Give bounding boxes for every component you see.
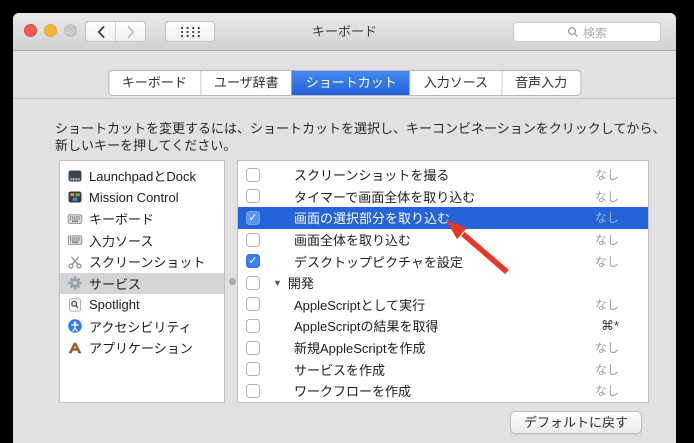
shortcut-row[interactable]: サービスを作成 なし (238, 358, 648, 380)
tab-divider-line (13, 98, 676, 99)
restore-defaults-button[interactable]: デフォルトに戻す (510, 411, 643, 434)
show-all-button[interactable] (165, 21, 215, 42)
disclosure-triangle-icon[interactable] (273, 278, 282, 288)
zoom-button-disabled (64, 24, 77, 37)
checkbox[interactable] (246, 297, 260, 312)
shortcut-key[interactable]: なし (595, 188, 619, 205)
sidebar-item-screenshots[interactable]: スクリーンショット (60, 251, 224, 273)
sidebar-item-services[interactable]: サービス (60, 272, 224, 294)
services-gear-icon (67, 275, 83, 291)
spotlight-icon (67, 297, 83, 313)
back-button[interactable] (86, 22, 115, 41)
close-button[interactable] (24, 24, 37, 37)
chevron-right-icon (127, 25, 134, 38)
tab-input-sources[interactable]: 入力ソース (409, 71, 501, 95)
shortcut-label: 新規AppleScriptを作成 (294, 341, 426, 357)
tab-shortcuts[interactable]: ショートカット (291, 71, 410, 95)
shortcut-row[interactable]: ワークフローを作成 なし (238, 380, 648, 402)
shortcut-key[interactable]: ⌘* (601, 318, 619, 334)
shortcut-label: 画面の選択部分を取り込む (294, 211, 451, 227)
shortcut-row[interactable]: 新規AppleScriptを作成 なし (238, 337, 648, 359)
shortcut-key[interactable]: なし (595, 231, 619, 248)
search-input[interactable]: 検索 (513, 22, 661, 42)
checkbox[interactable] (246, 383, 260, 398)
shortcut-key[interactable]: なし (595, 382, 619, 399)
shortcut-key[interactable]: なし (595, 339, 619, 356)
sidebar-item-label: Mission Control (89, 189, 179, 205)
shortcut-key[interactable]: なし (595, 253, 619, 270)
checkbox[interactable] (246, 318, 260, 333)
shortcut-row[interactable]: 画面全体を取り込む なし (238, 229, 648, 251)
tab-bar: キーボード ユーザ辞書 ショートカット 入力ソース 音声入力 (107, 70, 582, 96)
shortcut-row[interactable]: タイマーで画面全体を取り込む なし (238, 186, 648, 208)
shortcut-label: スクリーンショットを撮る (294, 168, 450, 184)
checkbox[interactable] (246, 232, 260, 247)
checkbox[interactable] (246, 340, 260, 355)
shortcut-row-selected[interactable]: 画面の選択部分を取り込む なし (238, 207, 648, 229)
titlebar: キーボード 検索 (13, 13, 676, 51)
applications-icon (67, 340, 83, 356)
input-source-icon (67, 232, 83, 248)
search-icon (567, 26, 579, 38)
sidebar-item-spotlight[interactable]: Spotlight (60, 294, 224, 316)
sidebar-item-label: アプリケーション (89, 341, 193, 357)
shortcuts-description: ショートカットを変更するには、ショートカットを選択し、キーコンビネーションをクリ… (55, 121, 666, 153)
shortcut-row[interactable]: デスクトップピクチャを設定 なし (238, 250, 648, 272)
system-preferences-window: キーボード 検索 キーボード ユーザ辞書 ショートカット 入力ソース 音声入力 … (13, 13, 676, 443)
sidebar-item-applications[interactable]: アプリケーション (60, 337, 224, 359)
keyboard-icon (67, 211, 83, 227)
shortcut-label: サービスを作成 (294, 362, 386, 378)
shortcut-key[interactable]: なし (595, 209, 619, 226)
shortcut-key[interactable]: なし (595, 361, 619, 378)
sidebar-item-label: サービス (89, 276, 142, 292)
dock-icon (67, 168, 83, 184)
sidebar-item-accessibility[interactable]: アクセシビリティ (60, 316, 224, 338)
sidebar-item-label: Spotlight (89, 297, 140, 313)
grid-icon (180, 26, 200, 37)
shortcut-label: AppleScriptの結果を取得 (294, 319, 439, 335)
sidebar-item-keyboard[interactable]: キーボード (60, 208, 224, 230)
forward-button[interactable] (115, 22, 145, 41)
sidebar-item-label: アクセシビリティ (89, 319, 192, 335)
chevron-left-icon (97, 25, 104, 38)
shortcut-list: スクリーンショットを撮る なし タイマーで画面全体を取り込む なし 画面の選択部… (237, 160, 649, 403)
shortcut-label: 開発 (287, 276, 314, 292)
sidebar-item-launchpad-dock[interactable]: LaunchpadとDock (60, 165, 224, 187)
sidebar-item-label: キーボード (89, 212, 155, 228)
shortcut-key[interactable]: なし (595, 166, 619, 183)
shortcut-row[interactable]: AppleScriptとして実行 なし (238, 294, 648, 316)
shortcut-row[interactable]: スクリーンショットを撮る なし (238, 164, 648, 186)
shortcut-label: 画面全体を取り込む (294, 233, 412, 249)
navigation-buttons (85, 21, 146, 42)
scrollbar-dot (229, 278, 236, 285)
screenshot-icon (67, 254, 83, 270)
tab-keyboard[interactable]: キーボード (109, 71, 200, 95)
checkbox[interactable] (246, 254, 260, 269)
checkbox[interactable] (246, 189, 260, 204)
sidebar-item-label: スクリーンショット (89, 255, 206, 271)
sidebar-item-mission-control[interactable]: Mission Control (60, 187, 224, 209)
shortcut-label: ワークフローを作成 (294, 384, 412, 400)
mission-control-icon (67, 189, 83, 205)
checkbox[interactable] (246, 275, 260, 290)
tab-user-dictionary[interactable]: ユーザ辞書 (199, 71, 292, 95)
checkbox[interactable] (246, 362, 260, 377)
checkbox[interactable] (246, 210, 260, 225)
checkbox[interactable] (246, 167, 260, 182)
traffic-lights (24, 24, 77, 37)
shortcut-group-row[interactable]: 開発 (238, 272, 648, 294)
minimize-button[interactable] (44, 24, 57, 37)
shortcut-label: AppleScriptとして実行 (294, 297, 426, 313)
accessibility-icon (67, 318, 83, 334)
shortcut-label: デスクトップピクチャを設定 (294, 254, 463, 270)
sidebar-item-label: 入力ソース (89, 233, 154, 249)
shortcut-category-list: LaunchpadとDock Mission Control キーボード 入力ソ… (59, 160, 225, 403)
sidebar-item-input-sources[interactable]: 入力ソース (60, 230, 224, 252)
tab-dictation[interactable]: 音声入力 (501, 71, 580, 95)
search-placeholder: 検索 (582, 25, 607, 40)
shortcut-key[interactable]: なし (595, 296, 619, 313)
shortcut-row[interactable]: AppleScriptの結果を取得 ⌘* (238, 315, 648, 337)
sidebar-item-label: LaunchpadとDock (89, 169, 196, 185)
shortcut-label: タイマーで画面全体を取り込む (294, 189, 476, 205)
